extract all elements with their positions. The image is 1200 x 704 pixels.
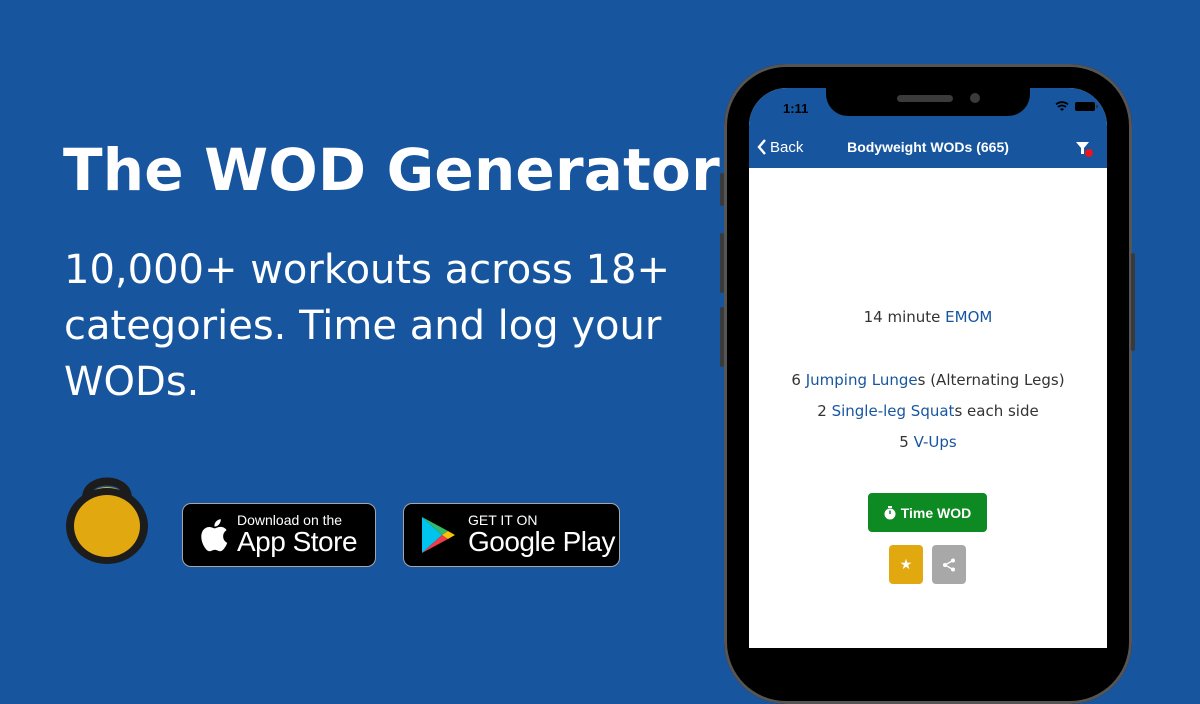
app-store-small-text: Download on the [237, 512, 343, 528]
phone-volume-down [720, 307, 724, 367]
google-play-badge[interactable]: GET IT ON Google Play [403, 503, 620, 567]
movement-reps: 2 [817, 402, 832, 420]
page-title: The WOD Generator [63, 136, 720, 204]
google-play-small-text: GET IT ON [468, 512, 538, 528]
phone-mute-switch [720, 173, 724, 206]
time-wod-label: Time WOD [900, 504, 972, 521]
app-store-big-text: App Store [237, 526, 358, 557]
nav-title: Bodyweight WODs (665) [847, 139, 1009, 155]
phone-volume-up [720, 233, 724, 293]
wifi-icon [1055, 101, 1069, 111]
status-icons: .... [1036, 101, 1098, 112]
movement-row: 5 V-Ups [749, 433, 1107, 451]
app-store-badge[interactable]: Download on the App Store [182, 503, 376, 567]
star-icon: ★ [899, 556, 913, 572]
movement-suffix: s (Alternating Legs) [917, 371, 1065, 389]
share-icon [943, 558, 955, 571]
movement-link[interactable]: Jumping Lunge [806, 371, 918, 389]
phone-power-button [1131, 253, 1135, 351]
google-play-big-text: Google Play [468, 526, 616, 557]
status-time: 1:11 [783, 101, 809, 116]
workout-format: 14 minute EMOM [749, 308, 1107, 326]
movement-row: 2 Single-leg Squats each side [749, 402, 1107, 420]
movement-link[interactable]: V-Ups [914, 433, 957, 451]
subtitle-line: WODs. [64, 359, 200, 405]
movement-link[interactable]: Single-leg Squat [832, 402, 955, 420]
google-play-icon [422, 517, 455, 553]
subtitle-line: 10,000+ workouts across 18+ [64, 247, 670, 293]
format-link[interactable]: EMOM [945, 308, 992, 326]
movement-reps: 5 [899, 433, 914, 451]
favorite-button[interactable]: ★ [889, 545, 923, 584]
apple-icon [201, 519, 228, 552]
battery-icon [1075, 102, 1098, 111]
share-button[interactable] [932, 545, 966, 584]
subtitle-line: categories. Time and log your [64, 303, 662, 349]
movement-row: 6 Jumping Lunges (Alternating Legs) [749, 371, 1107, 389]
phone-speaker [897, 95, 953, 102]
time-wod-button[interactable]: Time WOD [868, 493, 987, 532]
movement-reps: 6 [791, 371, 806, 389]
signal-icon: .... [1036, 102, 1049, 111]
stopwatch-icon [884, 505, 896, 519]
format-text: 14 minute [863, 308, 946, 326]
phone-camera [970, 93, 980, 103]
kettlebell-icon [66, 477, 148, 564]
phone-screen: 1:11 .... Back Bodyweight WODs (665) 14 … [749, 88, 1107, 648]
filter-icon[interactable] [1075, 140, 1095, 158]
movement-suffix: s each side [954, 402, 1039, 420]
subtitle: 10,000+ workouts across 18+ categories. … [64, 242, 684, 410]
